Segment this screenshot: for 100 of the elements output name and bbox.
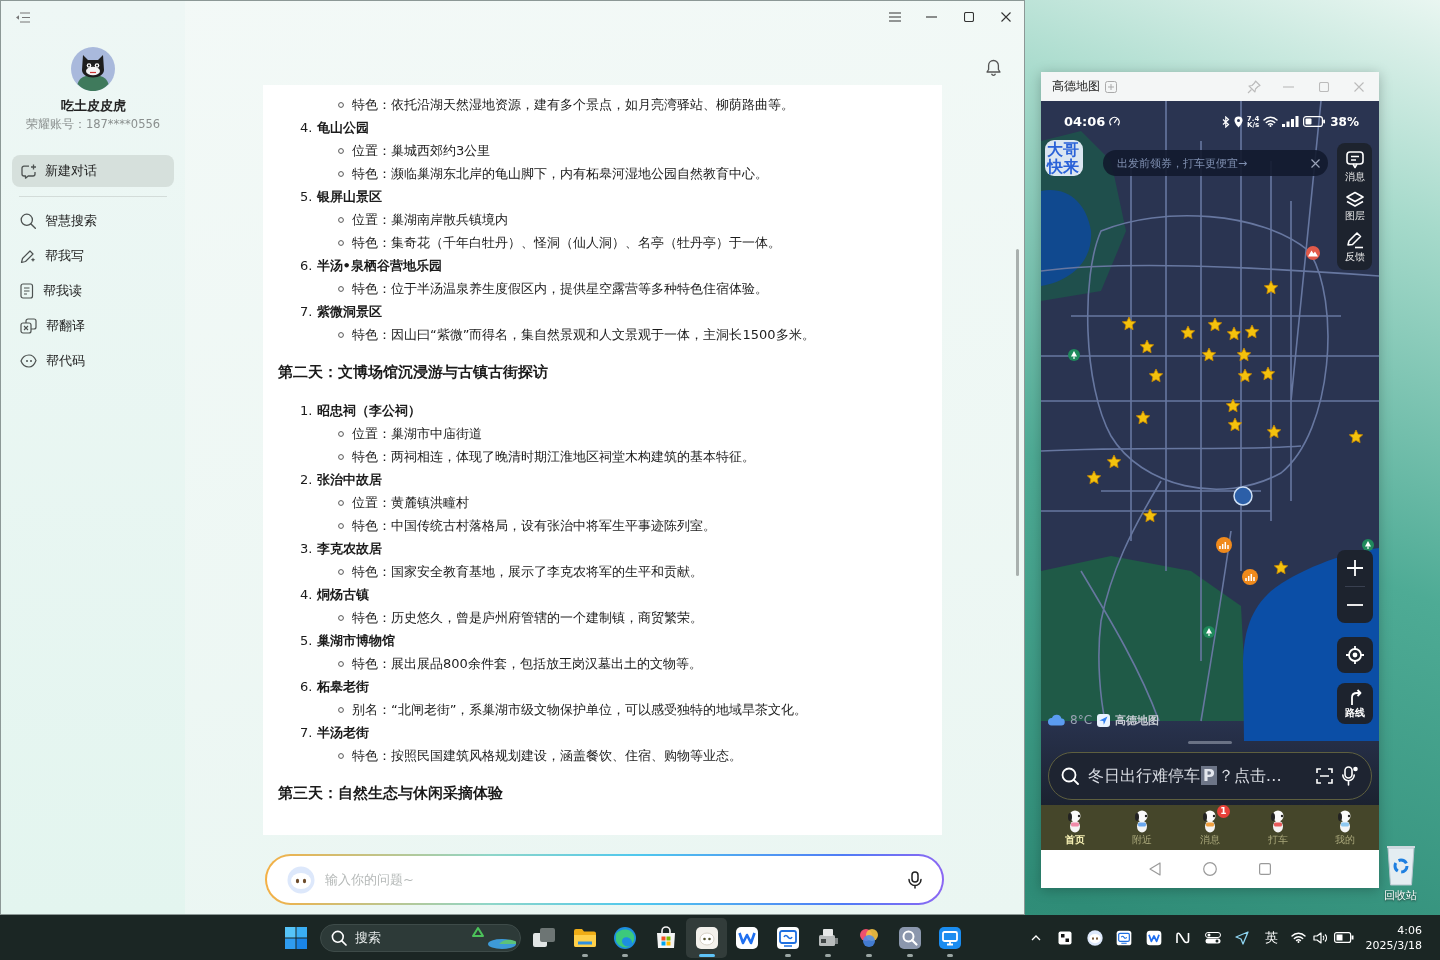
venue-marker[interactable] xyxy=(1233,486,1253,506)
star-marker[interactable] xyxy=(1236,347,1252,362)
star-marker[interactable] xyxy=(1086,470,1102,485)
bar-chart-marker[interactable] xyxy=(1242,569,1258,585)
menu-icon[interactable] xyxy=(888,12,901,22)
clock-date[interactable]: 2025/3/18 xyxy=(1365,937,1422,953)
menu-collapse-icon[interactable] xyxy=(16,12,30,23)
route-button[interactable]: 路线 xyxy=(1337,683,1373,724)
chevron-up-icon[interactable] xyxy=(1030,934,1041,941)
close-icon[interactable] xyxy=(1311,158,1320,168)
star-marker[interactable] xyxy=(1121,316,1137,331)
input-method-indicator[interactable]: 英 xyxy=(1265,928,1279,947)
turn-arrow-icon xyxy=(1348,689,1362,705)
star-marker[interactable] xyxy=(1263,280,1279,295)
nav-tab[interactable]: 我的 xyxy=(1311,805,1379,850)
star-marker[interactable] xyxy=(1148,368,1164,383)
document-icon xyxy=(20,282,34,299)
screen-app-icon[interactable] xyxy=(1116,929,1133,946)
tree-marker[interactable] xyxy=(1068,349,1080,361)
bullet-icon xyxy=(338,453,344,460)
detail-text: 特色：位于半汤温泉养生度假区内，提供星空露营等多种特色住宿体验。 xyxy=(352,280,768,298)
sidebar-item[interactable]: 智慧搜索 xyxy=(1,203,185,238)
sidebar-item[interactable]: 帮我写 xyxy=(1,238,185,273)
star-marker[interactable] xyxy=(1237,368,1253,383)
star-marker[interactable] xyxy=(1266,424,1282,439)
squiggle-icon[interactable] xyxy=(1176,931,1191,944)
sidebar-item[interactable]: 帮翻译 xyxy=(1,308,185,343)
recent-apps-icon[interactable] xyxy=(1259,863,1271,875)
star-marker[interactable] xyxy=(1142,508,1158,523)
monitor-app-icon[interactable] xyxy=(938,925,963,950)
zigzag-app-icon[interactable] xyxy=(735,925,760,950)
star-marker[interactable] xyxy=(1348,429,1364,444)
start-menu-icon[interactable] xyxy=(285,926,307,949)
star-marker[interactable] xyxy=(1201,347,1217,362)
grid-app-icon[interactable] xyxy=(1058,930,1073,945)
search-field[interactable]: 搜索 xyxy=(355,928,464,947)
star-marker[interactable] xyxy=(1227,417,1243,432)
microphone-icon[interactable] xyxy=(1342,766,1358,786)
close-icon[interactable] xyxy=(1000,12,1011,22)
star-marker[interactable] xyxy=(1207,317,1223,332)
window-title: 高德地图 xyxy=(1052,78,1100,95)
sidebar-item[interactable]: 帮我读 xyxy=(1,273,185,308)
search-box[interactable]: 搜索 xyxy=(320,923,521,952)
tool-button[interactable]: 消息 xyxy=(1344,146,1365,186)
send-icon[interactable] xyxy=(1235,930,1250,945)
clock-time[interactable]: 4:06 xyxy=(1365,922,1422,938)
back-icon[interactable] xyxy=(1149,862,1161,876)
star-marker[interactable] xyxy=(1244,324,1260,339)
desktop-icon-label[interactable]: 回收站 xyxy=(1384,889,1417,902)
nav-tab[interactable]: 附近 xyxy=(1108,805,1177,850)
list-item-title: 5. 银屏山景区 xyxy=(299,188,383,206)
screen-app-icon[interactable] xyxy=(775,925,800,950)
scan-icon[interactable] xyxy=(1316,768,1333,784)
star-marker[interactable] xyxy=(1180,325,1196,340)
swirl-app-icon[interactable] xyxy=(613,925,638,950)
search-bar[interactable]: 冬日出行难停车 P ？点击… xyxy=(1048,752,1372,800)
star-marker[interactable] xyxy=(1273,560,1289,575)
star-marker[interactable] xyxy=(1225,398,1241,413)
bullet-icon xyxy=(338,752,344,759)
question-box[interactable]: 输入你的问题~ xyxy=(265,854,944,905)
magnifier-app-icon[interactable] xyxy=(897,925,922,950)
location-pin-icon xyxy=(1233,115,1243,128)
star-marker[interactable] xyxy=(1106,454,1122,469)
toggle-icon[interactable] xyxy=(1204,931,1221,944)
detail-text: 特色：两祠相连，体现了晚清时期江淮地区祠堂木构建筑的基本特征。 xyxy=(352,448,755,466)
tree-marker[interactable] xyxy=(1362,539,1374,551)
task-view-icon[interactable] xyxy=(532,925,557,950)
crosshair-icon xyxy=(1346,646,1364,664)
microphone-icon[interactable] xyxy=(908,870,922,889)
tool-button[interactable]: 反馈 xyxy=(1344,226,1365,266)
speaker-icon[interactable] xyxy=(1312,931,1327,944)
nav-tab[interactable]: 打车 xyxy=(1243,805,1312,850)
locate-button[interactable] xyxy=(1337,637,1373,673)
nav-tab[interactable]: 1 消息 xyxy=(1176,805,1244,850)
tool-button[interactable]: 图层 xyxy=(1344,186,1365,226)
drag-handle[interactable] xyxy=(1188,741,1232,744)
robot-face-icon[interactable] xyxy=(694,925,719,950)
star-marker[interactable] xyxy=(1226,326,1242,341)
tree-marker[interactable] xyxy=(1203,626,1215,638)
battery-icon[interactable] xyxy=(1333,932,1354,943)
maximize-icon[interactable] xyxy=(963,12,974,22)
new-chat-button[interactable]: 新建对话 xyxy=(12,155,174,187)
bar-chart-marker[interactable] xyxy=(1216,537,1232,553)
star-marker[interactable] xyxy=(1260,366,1276,381)
sidebar-item[interactable]: 帮代码 xyxy=(1,343,185,378)
star-marker[interactable] xyxy=(1135,410,1151,425)
nav-tab[interactable]: 首页 xyxy=(1041,805,1109,850)
mountain-marker[interactable] xyxy=(1306,246,1320,260)
star-marker[interactable] xyxy=(1139,339,1155,354)
bullet-icon xyxy=(338,331,344,338)
bell-icon[interactable] xyxy=(986,59,1001,76)
wifi-icon[interactable] xyxy=(1290,932,1306,943)
taskbar-button[interactable] xyxy=(686,917,727,958)
scrollbar[interactable] xyxy=(1016,249,1019,576)
home-icon[interactable] xyxy=(1203,862,1217,876)
coupon-banner[interactable]: 出发前领券，打车更便宜→ xyxy=(1103,150,1328,176)
status-time: 04:06 xyxy=(1064,114,1106,129)
zigzag-app-icon[interactable] xyxy=(1145,929,1162,946)
recycle-bin-icon[interactable] xyxy=(1384,844,1417,886)
question-input[interactable]: 输入你的问题~ xyxy=(325,868,898,891)
